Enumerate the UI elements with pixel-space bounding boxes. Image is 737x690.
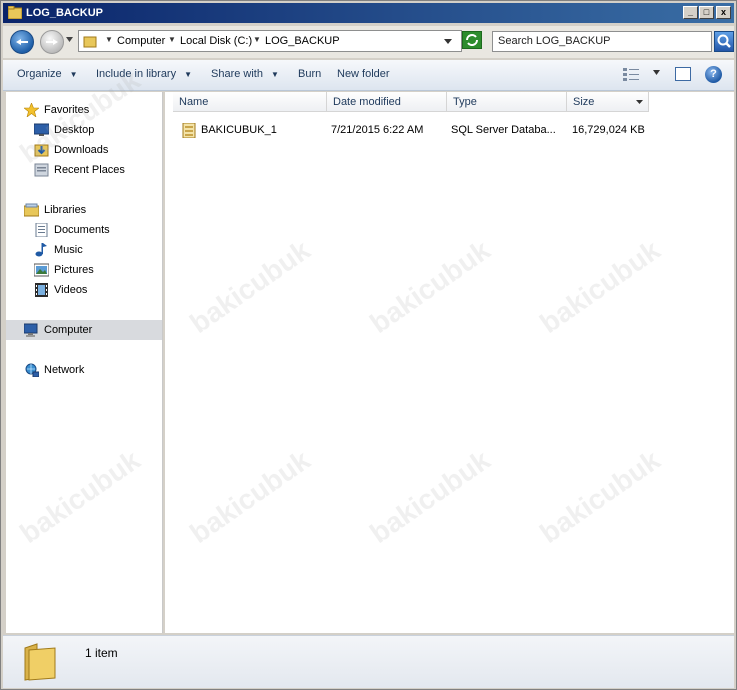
explorer-window: LOG_BACKUP _ □ x ▼ Computer ▼ Local Disk… [0, 0, 737, 690]
pictures-icon [34, 263, 49, 277]
navigation-pane: Favorites Desktop Downloads Recent Place… [6, 92, 163, 633]
file-name: BAKICUBUK_1 [201, 124, 277, 136]
desktop-icon [34, 123, 49, 136]
breadcrumb-chevron-icon[interactable]: ▼ [105, 35, 113, 44]
column-header-type[interactable]: Type [447, 92, 567, 112]
nav-documents[interactable]: Documents [6, 220, 162, 240]
address-bar[interactable]: ▼ Computer ▼ Local Disk (C:) ▼ LOG_BACKU… [78, 30, 462, 52]
search-icon [717, 34, 731, 48]
search-button[interactable] [714, 31, 734, 52]
forward-button[interactable] [40, 30, 64, 54]
search-placeholder: Search LOG_BACKUP [498, 35, 611, 47]
documents-icon [35, 223, 48, 237]
star-icon [24, 103, 39, 117]
recent-pages-dropdown-icon[interactable] [66, 37, 73, 42]
folder-icon [83, 36, 97, 48]
organize-button[interactable]: Organize ▼ [17, 68, 78, 80]
back-button[interactable] [10, 30, 34, 54]
nav-documents-label: Documents [54, 224, 110, 236]
back-arrow-icon [16, 39, 28, 45]
breadcrumb-local-disk[interactable]: Local Disk (C:) [180, 35, 252, 47]
recent-places-icon [34, 163, 49, 177]
file-size: 16,729,024 KB [572, 124, 645, 136]
music-note-icon [35, 243, 47, 257]
details-pane: 1 item [3, 635, 734, 688]
downloads-folder-icon [34, 144, 49, 157]
database-backup-file-icon [182, 123, 196, 138]
address-dropdown-icon[interactable] [444, 39, 452, 44]
refresh-icon [466, 34, 478, 46]
nav-computer-label: Computer [44, 324, 93, 336]
help-icon[interactable]: ? [705, 66, 722, 83]
share-with-button[interactable]: Share with ▼ [211, 68, 279, 80]
nav-recent-places-label: Recent Places [54, 164, 125, 176]
share-with-label: Share with [211, 68, 263, 80]
maximize-button[interactable]: □ [699, 6, 714, 19]
burn-button[interactable]: Burn [298, 68, 321, 80]
computer-icon [24, 323, 38, 337]
change-view-icon[interactable] [623, 68, 639, 81]
include-in-library-label: Include in library [96, 68, 177, 80]
nav-libraries[interactable]: Libraries [6, 200, 162, 220]
breadcrumb-chevron-icon[interactable]: ▼ [253, 35, 261, 44]
file-date-modified: 7/21/2015 6:22 AM [331, 124, 424, 136]
chevron-down-icon: ▼ [270, 69, 279, 79]
item-count: 1 item [85, 646, 118, 660]
refresh-button[interactable] [462, 31, 482, 49]
file-row[interactable]: BAKICUBUK_1 7/21/2015 6:22 AM SQL Server… [165, 120, 734, 140]
sort-dropdown-icon[interactable] [636, 100, 643, 104]
minimize-button[interactable]: _ [683, 6, 698, 19]
nav-desktop[interactable]: Desktop [6, 120, 162, 140]
folder-icon [8, 6, 22, 19]
nav-videos[interactable]: Videos [6, 280, 162, 300]
nav-music[interactable]: Music [6, 240, 162, 260]
nav-network-label: Network [44, 364, 85, 376]
file-list: Name Date modified Type Size BAKICUBUK_1… [165, 92, 734, 633]
new-folder-button[interactable]: New folder [337, 68, 390, 80]
nav-pictures[interactable]: Pictures [6, 260, 162, 280]
nav-downloads-label: Downloads [54, 144, 109, 156]
column-header-date-label: Date modified [333, 96, 401, 108]
libraries-icon [24, 203, 39, 217]
nav-downloads[interactable]: Downloads [6, 140, 162, 160]
title-bar: LOG_BACKUP _ □ x [3, 3, 734, 23]
breadcrumb-computer[interactable]: Computer [117, 35, 165, 47]
nav-libraries-label: Libraries [44, 204, 87, 216]
network-icon [25, 363, 39, 377]
navigation-bar: ▼ Computer ▼ Local Disk (C:) ▼ LOG_BACKU… [3, 26, 734, 58]
organize-label: Organize [17, 68, 62, 80]
view-options-dropdown-icon[interactable] [653, 70, 660, 75]
column-header-size[interactable]: Size [567, 92, 649, 112]
column-header-name-label: Name [179, 96, 209, 108]
breadcrumb-chevron-icon[interactable]: ▼ [168, 35, 176, 44]
include-in-library-button[interactable]: Include in library ▼ [96, 68, 192, 80]
nav-favorites-label: Favorites [44, 104, 90, 116]
nav-videos-label: Videos [54, 284, 88, 296]
videos-icon [35, 283, 48, 297]
command-bar: Organize ▼ Include in library ▼ Share with… [3, 60, 734, 91]
preview-pane-icon[interactable] [675, 67, 691, 81]
forward-arrow-icon [46, 39, 58, 45]
column-header-type-label: Type [453, 96, 477, 108]
nav-computer[interactable]: Computer [6, 320, 162, 340]
chevron-down-icon: ▼ [69, 69, 78, 79]
nav-network[interactable]: Network [6, 360, 162, 380]
nav-pictures-label: Pictures [54, 264, 94, 276]
window-title: LOG_BACKUP [26, 7, 104, 19]
column-header-date-modified[interactable]: Date modified [327, 92, 447, 112]
chevron-down-icon: ▼ [184, 69, 193, 79]
nav-favorites[interactable]: Favorites [6, 100, 162, 120]
nav-desktop-label: Desktop [54, 124, 95, 136]
column-header-name[interactable]: Name [173, 92, 327, 112]
column-header-size-label: Size [573, 96, 595, 108]
nav-recent-places[interactable]: Recent Places [6, 160, 162, 180]
nav-music-label: Music [54, 244, 83, 256]
folder-icon [24, 643, 56, 681]
search-input[interactable]: Search LOG_BACKUP [492, 31, 712, 52]
close-button[interactable]: x [716, 6, 731, 19]
breadcrumb-log-backup[interactable]: LOG_BACKUP [265, 35, 340, 47]
file-type: SQL Server Databa... [451, 124, 556, 136]
